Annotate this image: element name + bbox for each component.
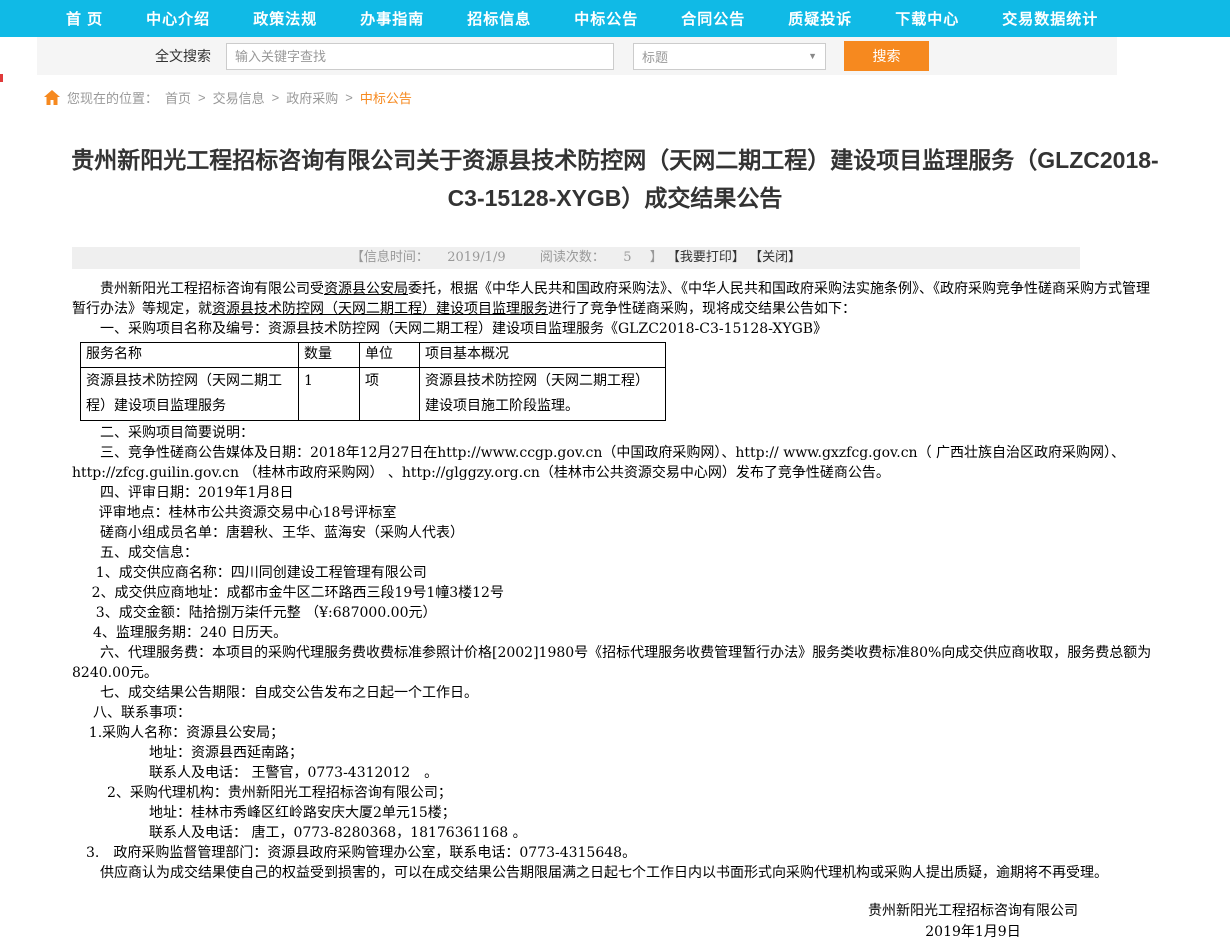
supervision-department: 3. 政府采购监督管理部门：资源县政府采购管理办公室，联系电话：0773-431… (72, 843, 1158, 863)
agency-address: 地址：桂林市秀峰区红岭路安庆大厦2单元15楼； (72, 803, 1158, 823)
breadcrumb-separator: > (198, 90, 206, 105)
home-icon (44, 90, 60, 105)
breadcrumb-trade-info[interactable]: 交易信息 (213, 88, 265, 107)
signature-block: 贵州新阳光工程招标咨询有限公司 2019年1月9日 (868, 901, 1078, 943)
announcement-body: 贵州新阳光工程招标咨询有限公司受资源县公安局委托，根据《中华人民共和国政府采购法… (72, 279, 1158, 943)
top-navigation: 首 页 中心介绍 政策法规 办事指南 招标信息 中标公告 合同公告 质疑投诉 下… (0, 0, 1230, 37)
panel-members: 磋商小组成员名单：唐碧秋、王华、蓝海安（采购人代表） (72, 523, 1158, 543)
section-6-agency-fee: 六、代理服务费：本项目的采购代理服务费收费标准参照计价格[2002]1980号《… (72, 643, 1158, 683)
cell-service-name: 资源县技术防控网（天网二期工程）建设项目监理服务 (81, 368, 299, 421)
section-5-award-info: 五、成交信息： (72, 543, 1158, 563)
cell-unit: 项 (360, 368, 420, 421)
nav-item-policies[interactable]: 政策法规 (253, 8, 317, 29)
page-title: 贵州新阳光工程招标咨询有限公司关于资源县技术防控网（天网二期工程）建设项目监理服… (65, 141, 1165, 217)
service-period: 4、监理服务期：240 日历天。 (72, 623, 1158, 643)
search-button[interactable]: 搜索 (844, 41, 929, 71)
service-table: 服务名称 数量 单位 项目基本概况 资源县技术防控网（天网二期工程）建设项目监理… (80, 342, 666, 421)
section-1-project-name: 一、采购项目名称及编号：资源县技术防控网（天网二期工程）建设项目监理服务《GLZ… (72, 319, 1158, 339)
buyer-link[interactable]: 资源县公安局 (324, 281, 408, 297)
buyer-name: 1.采购人名称：资源县公安局； (72, 723, 1158, 743)
intro-text: 贵州新阳光工程招标咨询有限公司受 (100, 281, 324, 297)
info-time-label: 【信息时间： (351, 250, 429, 265)
meta-bracket: 】 (650, 250, 663, 265)
search-input[interactable] (226, 43, 614, 70)
search-category-value: 标题 (642, 47, 668, 66)
intro-paragraph: 贵州新阳光工程招标咨询有限公司受资源县公安局委托，根据《中华人民共和国政府采购法… (72, 279, 1158, 319)
nav-item-tender-info[interactable]: 招标信息 (467, 8, 531, 29)
award-amount: 3、成交金额：陆拾捌万柒仟元整 （¥:687000.00元） (72, 603, 1158, 623)
nav-item-downloads[interactable]: 下载中心 (895, 8, 959, 29)
col-unit: 单位 (360, 343, 420, 368)
signature-company: 贵州新阳光工程招标咨询有限公司 (868, 901, 1078, 922)
breadcrumb: 您现在的位置： 首页 > 交易信息 > 政府采购 > 中标公告 (44, 88, 1230, 107)
review-place: 评审地点：桂林市公共资源交易中心18号评标室 (72, 503, 1158, 523)
buyer-address: 地址：资源县西延南路； (72, 743, 1158, 763)
buyer-phone: 联系人及电话： 王警官，0773-4312012 。 (72, 763, 1158, 783)
search-label: 全文搜索 (155, 46, 211, 66)
read-count-label: 阅读次数： (540, 250, 605, 265)
intro-text: 进行了竞争性磋商采购，现将成交结果公告如下： (548, 301, 856, 317)
close-button[interactable]: 【关闭】 (749, 250, 801, 265)
agency-name: 2、采购代理机构：贵州新阳光工程招标咨询有限公司； (72, 783, 1158, 803)
print-button[interactable]: 【我要打印】 (667, 250, 745, 265)
col-quantity: 数量 (299, 343, 360, 368)
section-3-media-dates: 三、竞争性磋商公告媒体及日期：2018年12月27日在http://www.cc… (72, 443, 1158, 483)
project-link[interactable]: 资源县技术防控网（天网二期工程）建设项目监理服务 (212, 301, 548, 317)
signature-date: 2019年1月9日 (868, 922, 1078, 943)
meta-bar: 【信息时间： 2019/1/9 阅读次数： 5 】 【我要打印】 【关闭】 (72, 247, 1080, 269)
chevron-down-icon: ▼ (808, 51, 817, 61)
nav-item-trade-statistics[interactable]: 交易数据统计 (1002, 8, 1098, 29)
award-supplier-name: 1、成交供应商名称：四川同创建设工程管理有限公司 (72, 563, 1158, 583)
breadcrumb-current-award[interactable]: 中标公告 (360, 88, 412, 107)
objection-notice: 供应商认为成交结果使自己的权益受到损害的，可以在成交结果公告期限届满之日起七个工… (72, 863, 1158, 883)
section-2-brief: 二、采购项目简要说明： (72, 423, 1158, 443)
breadcrumb-gov-procurement[interactable]: 政府采购 (286, 88, 338, 107)
table-header-row: 服务名称 数量 单位 项目基本概况 (81, 343, 666, 368)
cell-quantity: 1 (299, 368, 360, 421)
nav-item-center-intro[interactable]: 中心介绍 (146, 8, 210, 29)
nav-item-complaints[interactable]: 质疑投诉 (788, 8, 852, 29)
read-count-value: 5 (623, 250, 631, 265)
section-8-contacts: 八、联系事项： (72, 703, 1158, 723)
section-4-review-date: 四、评审日期：2019年1月8日 (72, 483, 1158, 503)
section-7-announcement-period: 七、成交结果公告期限：自成交公告发布之日起一个工作日。 (72, 683, 1158, 703)
table-row: 资源县技术防控网（天网二期工程）建设项目监理服务 1 项 资源县技术防控网（天网… (81, 368, 666, 421)
breadcrumb-home[interactable]: 首页 (165, 88, 191, 107)
nav-item-award-announcements[interactable]: 中标公告 (574, 8, 638, 29)
search-category-select[interactable]: 标题 ▼ (633, 43, 826, 70)
search-bar: 全文搜索 标题 ▼ 搜索 (37, 37, 1117, 75)
left-edge-marker (0, 74, 3, 82)
breadcrumb-separator: > (345, 90, 353, 105)
col-service-name: 服务名称 (81, 343, 299, 368)
breadcrumb-separator: > (272, 90, 280, 105)
nav-item-home[interactable]: 首 页 (66, 8, 103, 29)
info-time-value: 2019/1/9 (447, 250, 505, 265)
cell-overview: 资源县技术防控网（天网二期工程）建设项目施工阶段监理。 (420, 368, 666, 421)
nav-item-guide[interactable]: 办事指南 (360, 8, 424, 29)
nav-item-contract-announcements[interactable]: 合同公告 (681, 8, 745, 29)
agency-phone: 联系人及电话： 唐工，0773-8280368，18176361168 。 (72, 823, 1158, 843)
breadcrumb-prefix: 您现在的位置： (67, 88, 158, 107)
award-supplier-address: 2、成交供应商地址：成都市金牛区二环路西三段19号1幢3楼12号 (72, 583, 1158, 603)
col-overview: 项目基本概况 (420, 343, 666, 368)
